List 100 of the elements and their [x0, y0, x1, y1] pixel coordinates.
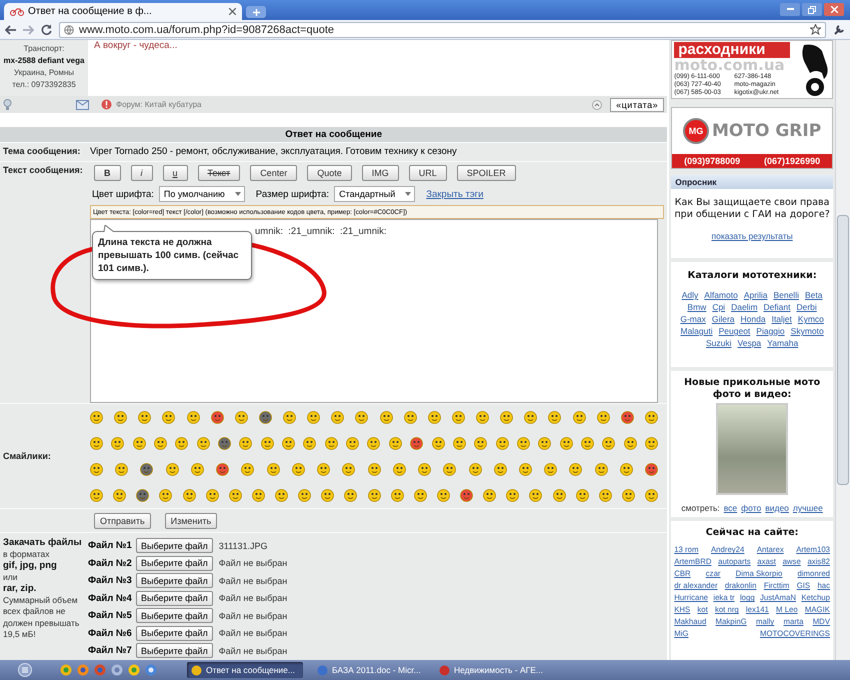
smiley-icon[interactable]	[500, 410, 514, 424]
format-button[interactable]: B	[94, 164, 120, 180]
smiley-icon[interactable]	[596, 410, 610, 424]
smiley-icon[interactable]	[140, 462, 154, 476]
smiley-icon[interactable]	[210, 410, 224, 424]
smiley-icon[interactable]	[624, 436, 637, 450]
smiley-icon[interactable]	[275, 488, 288, 502]
smiley-icon[interactable]	[342, 462, 356, 476]
close-button[interactable]	[824, 3, 844, 16]
smiley-icon[interactable]	[90, 436, 103, 450]
smiley-icon[interactable]	[580, 436, 594, 450]
choose-file-button[interactable]: Выберите файл	[136, 626, 213, 641]
smiley-icon[interactable]	[258, 410, 272, 424]
smiley-icon[interactable]	[182, 488, 196, 502]
smiley-icon[interactable]	[260, 436, 274, 450]
smiley-icon[interactable]	[538, 436, 552, 450]
start-button-icon[interactable]	[18, 663, 32, 677]
smiley-icon[interactable]	[620, 462, 633, 476]
smiley-icon[interactable]	[292, 462, 305, 476]
smiley-icon[interactable]	[602, 436, 616, 450]
smiley-icon[interactable]	[331, 410, 344, 424]
smiley-icon[interactable]	[241, 462, 254, 476]
taskbar-button[interactable]: Недвижимость - АГЕ...	[435, 662, 547, 678]
smiley-icon[interactable]	[317, 462, 330, 476]
smiley-icon[interactable]	[483, 488, 496, 502]
smiley-icon[interactable]	[496, 436, 509, 450]
smiley-icon[interactable]	[90, 488, 103, 502]
format-button[interactable]: SPOILER	[456, 164, 516, 180]
smiley-icon[interactable]	[576, 488, 589, 502]
smiley-icon[interactable]	[468, 462, 482, 476]
smiley-icon[interactable]	[344, 488, 358, 502]
smiley-icon[interactable]	[428, 410, 441, 424]
brand-link[interactable]: Yamaha	[767, 338, 798, 349]
smiley-icon[interactable]	[644, 410, 658, 424]
smiley-icon[interactable]	[560, 436, 573, 450]
font-size-select[interactable]: Стандартный	[334, 186, 416, 202]
smiley-icon[interactable]	[113, 488, 126, 502]
brand-link[interactable]: Kymco	[798, 314, 824, 325]
browser-icon[interactable]	[128, 664, 140, 676]
brand-link[interactable]: Cpi	[712, 302, 726, 313]
smiley-icon[interactable]	[115, 462, 128, 476]
reload-icon[interactable]	[41, 24, 52, 35]
smiley-icon[interactable]	[175, 436, 188, 450]
font-color-select[interactable]: По умолчанию	[158, 186, 245, 202]
brand-link[interactable]: Alfamoto	[704, 290, 738, 301]
choose-file-button[interactable]: Выберите файл	[136, 556, 213, 571]
format-button[interactable]: u	[162, 164, 188, 180]
smiley-icon[interactable]	[572, 410, 586, 424]
smiley-icon[interactable]	[414, 488, 427, 502]
smiley-icon[interactable]	[404, 410, 417, 424]
smiley-icon[interactable]	[620, 410, 634, 424]
brand-link[interactable]: Derbi	[796, 302, 817, 313]
format-button[interactable]: Текст	[198, 164, 240, 180]
brand-link[interactable]: Honda	[740, 314, 766, 325]
smiley-icon[interactable]	[476, 410, 489, 424]
minimize-button[interactable]	[780, 3, 800, 16]
smiley-icon[interactable]	[474, 436, 488, 450]
close-icon[interactable]	[229, 8, 236, 15]
format-button[interactable]: i	[130, 164, 152, 180]
smiley-icon[interactable]	[114, 410, 128, 424]
brand-link[interactable]: Benelli	[773, 290, 799, 301]
format-button[interactable]: Center	[250, 164, 298, 180]
smiley-icon[interactable]	[136, 488, 150, 502]
choose-file-button[interactable]: Выберите файл	[136, 590, 213, 606]
smiley-icon[interactable]	[239, 436, 252, 450]
smiley-icon[interactable]	[368, 488, 380, 502]
submit-button[interactable]: Отправить	[94, 512, 151, 528]
brand-link[interactable]: Piaggio	[756, 326, 785, 337]
brand-link[interactable]: Defiant	[764, 302, 790, 313]
smiley-icon[interactable]	[598, 488, 612, 502]
smiley-icon[interactable]	[460, 488, 473, 502]
smiley-icon[interactable]	[196, 436, 210, 450]
smiley-icon[interactable]	[516, 436, 530, 450]
submit-button[interactable]: Изменить	[164, 512, 218, 528]
brand-link[interactable]: G-max	[680, 314, 706, 325]
choose-file-button[interactable]: Выберите файл	[136, 538, 213, 554]
address-field[interactable]: www.moto.com.ua/forum.php?id=9087268act=quote	[59, 22, 826, 38]
brand-link[interactable]: Aprilia	[744, 290, 768, 301]
smiley-icon[interactable]	[392, 462, 406, 476]
smiley-icon[interactable]	[162, 410, 176, 424]
browser-icon[interactable]	[77, 664, 89, 676]
restore-button[interactable]	[802, 3, 822, 16]
smiley-icon[interactable]	[644, 436, 658, 450]
brand-link[interactable]: Adly	[682, 290, 698, 301]
smiley-icon[interactable]	[518, 462, 532, 476]
smiley-icon[interactable]	[594, 462, 608, 476]
smiley-icon[interactable]	[443, 462, 456, 476]
star-icon[interactable]	[810, 24, 821, 35]
smiley-icon[interactable]	[410, 436, 424, 450]
smiley-icon[interactable]	[494, 462, 507, 476]
smiley-icon[interactable]	[418, 462, 432, 476]
smiley-icon[interactable]	[346, 436, 360, 450]
smiley-icon[interactable]	[186, 410, 200, 424]
smiley-icon[interactable]	[452, 436, 466, 450]
taskbar-button[interactable]: БАЗА 2011.doc - Micr...	[313, 662, 425, 678]
browser-icon[interactable]	[145, 664, 157, 676]
smiley-icon[interactable]	[307, 410, 320, 424]
smiley-icon[interactable]	[355, 410, 368, 424]
smiley-icon[interactable]	[645, 488, 658, 502]
smiley-icon[interactable]	[206, 488, 219, 502]
